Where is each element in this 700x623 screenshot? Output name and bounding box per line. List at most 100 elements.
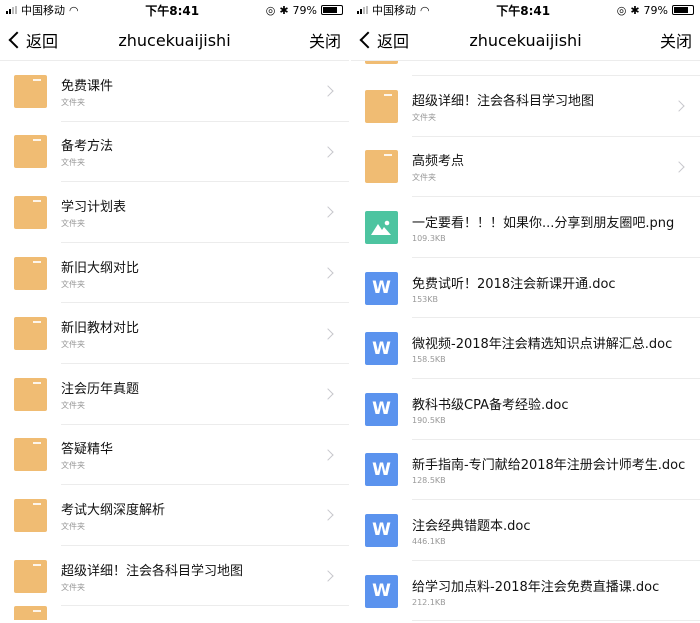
- folder-icon: [14, 438, 47, 472]
- nav-bar: 返回 zhucekuaijishi 关闭: [0, 20, 349, 61]
- folder-row[interactable]: 考试大纲深度解析 文件夹: [0, 485, 349, 546]
- item-name: 答疑精华: [61, 442, 114, 458]
- folder-icon: [14, 195, 47, 229]
- item-name: 免费试听！2018注会新课开通.doc: [412, 276, 616, 292]
- folder-row[interactable]: 新旧教材对比 文件夹: [0, 303, 349, 364]
- item-type: 文件夹: [61, 279, 85, 289]
- file-list: 超级详细！注会各科目学习地图 文件夹 高频考点 文件夹 一定要看！！！如果你..…: [351, 61, 700, 621]
- item-type: 文件夹: [61, 521, 85, 531]
- chevron-right-icon: [322, 206, 334, 219]
- clock: 下午8:41: [145, 3, 200, 18]
- nav-bar: 返回 zhucekuaijishi 关闭: [351, 20, 700, 61]
- file-size: 190.5KB: [412, 415, 446, 425]
- item-name: 高频考点: [412, 154, 465, 170]
- item-name: 学习计划表: [61, 199, 127, 215]
- back-label: 返回: [26, 32, 59, 51]
- back-button[interactable]: 返回: [357, 28, 409, 52]
- item-name: 注会历年真题: [61, 381, 140, 397]
- clock: 下午8:41: [496, 3, 551, 18]
- item-type: 文件夹: [61, 218, 85, 228]
- chevron-left-icon: [8, 31, 26, 49]
- file-size: 158.5KB: [412, 355, 446, 365]
- chevron-left-icon: [359, 31, 377, 49]
- item-type: 文件夹: [61, 340, 85, 350]
- word-doc-icon: W: [365, 453, 398, 487]
- chevron-right-icon: [322, 267, 334, 279]
- chevron-right-icon: [322, 328, 334, 340]
- word-doc-icon: W: [365, 271, 398, 305]
- battery-icon: [321, 5, 343, 15]
- folder-icon: [14, 256, 47, 290]
- right-screen: 中国移动 ◠ 下午8:41 ◎ ✱ 79% 返回 zhucekuaijishi 关…: [351, 0, 700, 622]
- wifi-icon: ◠: [420, 3, 430, 17]
- item-type: 文件夹: [61, 461, 85, 471]
- chevron-right-icon: [322, 570, 334, 582]
- file-size: 128.5KB: [412, 476, 446, 486]
- chevron-right-icon: [322, 509, 334, 522]
- folder-icon: [14, 377, 47, 411]
- folder-row[interactable]: 备考方法 文件夹: [0, 122, 349, 183]
- item-type: 文件夹: [61, 158, 85, 168]
- chevron-right-icon: [673, 161, 685, 173]
- file-row[interactable]: 一定要看！！！如果你...分享到朋友圈吧.png 109.3KB: [351, 197, 700, 258]
- folder-icon: [365, 89, 398, 123]
- folder-row[interactable]: 新旧大纲对比 文件夹: [0, 243, 349, 304]
- item-name: 考试大纲深度解析: [61, 502, 166, 518]
- folder-row[interactable]: 高频考点 文件夹: [351, 137, 700, 198]
- file-row[interactable]: W 注会经典错题本.doc 446.1KB: [351, 500, 700, 561]
- file-size: 153KB: [412, 294, 439, 304]
- file-row[interactable]: W 新手指南-专门献给2018年注册会计师考生.doc 128.5KB: [351, 440, 700, 501]
- item-name: 注会经典错题本.doc: [412, 518, 531, 534]
- folder-row[interactable]: 超级详细！注会各科目学习地图 文件夹: [0, 546, 349, 607]
- left-screen: 中国移动 ◠ 下午8:41 ◎ ✱ 79% 返回 zhucekuaijishi 关…: [0, 0, 349, 621]
- folder-row[interactable]: 答疑精华 文件夹: [0, 425, 349, 486]
- item-name: 新旧大纲对比: [61, 260, 140, 276]
- item-name: 新旧教材对比: [61, 321, 140, 337]
- file-row[interactable]: W 给学习加点料-2018年注会免费直播课.doc 212.1KB: [351, 561, 700, 622]
- word-doc-icon: W: [365, 332, 398, 366]
- item-name: 给学习加点料-2018年注会免费直播课.doc: [412, 579, 660, 595]
- item-name: 超级详细！注会各科目学习地图: [61, 563, 244, 579]
- item-type: 文件夹: [61, 97, 85, 107]
- word-doc-icon: W: [365, 574, 398, 608]
- carrier: 中国移动: [21, 4, 65, 17]
- signal-icon: [6, 6, 17, 14]
- item-type: 文件夹: [412, 173, 436, 183]
- close-button[interactable]: 关闭: [309, 28, 341, 52]
- folder-icon: [14, 606, 47, 621]
- item-name: 超级详细！注会各科目学习地图: [412, 93, 595, 109]
- folder-row[interactable]: 学习计划表 文件夹: [0, 182, 349, 243]
- battery-icon: [672, 5, 694, 15]
- folder-icon: [14, 317, 47, 351]
- wifi-icon: ◠: [69, 3, 79, 17]
- folder-row[interactable]: 免费课件 文件夹: [0, 61, 349, 122]
- item-type: 文件夹: [61, 582, 85, 592]
- folder-row[interactable]: 注会历年真题 文件夹: [0, 364, 349, 425]
- folder-icon: [365, 61, 398, 64]
- chevron-right-icon: [322, 146, 334, 158]
- bluetooth-icon: ✱: [279, 3, 289, 17]
- image-file-icon: [365, 210, 398, 244]
- item-name: 备考方法: [61, 139, 114, 155]
- orientation-lock-icon: ◎: [616, 3, 627, 17]
- chevron-right-icon: [322, 388, 334, 400]
- close-button[interactable]: 关闭: [660, 28, 692, 52]
- folder-icon: [14, 559, 47, 593]
- folder-row[interactable]: [351, 61, 700, 76]
- folder-icon: [365, 150, 398, 184]
- folder-row[interactable]: [0, 606, 349, 621]
- item-name: 微视频-2018年注会精选知识点讲解汇总.doc: [412, 337, 673, 353]
- file-row[interactable]: W 教科书级CPA备考经验.doc 190.5KB: [351, 379, 700, 440]
- chevron-right-icon: [322, 449, 334, 461]
- file-row[interactable]: W 免费试听！2018注会新课开通.doc 153KB: [351, 258, 700, 319]
- carrier: 中国移动: [372, 4, 416, 17]
- file-size: 446.1KB: [412, 536, 446, 546]
- status-bar: 中国移动 ◠ 下午8:41 ◎ ✱ 79%: [0, 0, 349, 20]
- battery-percent: 79%: [292, 3, 317, 17]
- folder-row[interactable]: 超级详细！注会各科目学习地图 文件夹: [351, 76, 700, 137]
- item-type: 文件夹: [412, 112, 436, 122]
- file-size: 109.3KB: [412, 233, 446, 243]
- file-size: 212.1KB: [412, 597, 446, 607]
- back-button[interactable]: 返回: [6, 28, 58, 52]
- file-row[interactable]: W 微视频-2018年注会精选知识点讲解汇总.doc 158.5KB: [351, 318, 700, 379]
